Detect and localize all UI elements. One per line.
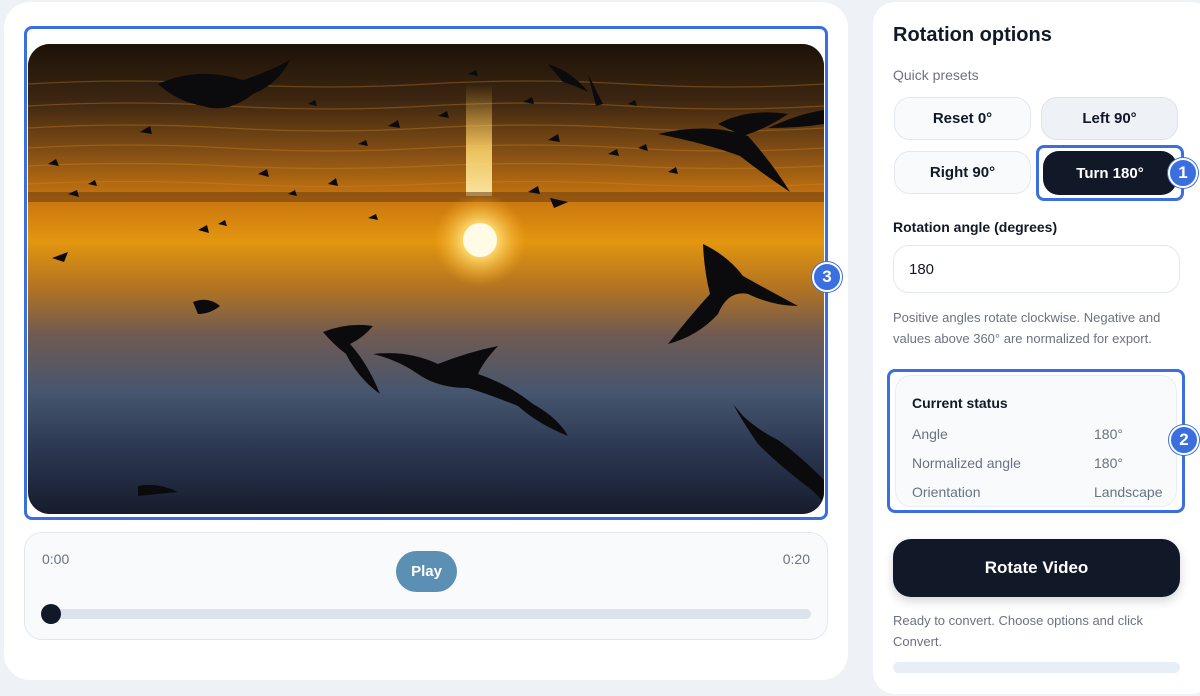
status-key: Orientation xyxy=(912,484,981,500)
status-value: 180° xyxy=(1094,455,1123,471)
status-key: Normalized angle xyxy=(912,455,1021,471)
scrub-handle[interactable] xyxy=(41,604,61,624)
playback-controls: 0:00 Play 0:20 xyxy=(24,532,828,640)
preset-turn-button[interactable]: Turn 180° xyxy=(1043,151,1177,195)
play-button[interactable]: Play xyxy=(396,551,457,592)
quick-presets-label: Quick presets xyxy=(893,67,979,83)
status-value: Landscape xyxy=(1094,484,1163,500)
conversion-progress-bar xyxy=(893,662,1180,673)
status-row-orientation: Orientation Landscape xyxy=(912,484,1176,504)
annotation-marker-3: 3 xyxy=(812,262,842,292)
scrub-bar[interactable] xyxy=(41,604,811,624)
current-time: 0:00 xyxy=(42,551,70,567)
status-value: 180° xyxy=(1094,426,1123,442)
angle-hint: Positive angles rotate clockwise. Negati… xyxy=(893,310,1161,346)
rotation-options-panel: Rotation options Quick presets Reset 0° … xyxy=(873,2,1200,694)
status-row-angle: Angle 180° xyxy=(912,426,1176,446)
panel-title: Rotation options xyxy=(893,24,1052,46)
turn-preset-highlight-frame: Turn 180° xyxy=(1036,145,1184,201)
annotation-marker-2: 2 xyxy=(1169,425,1199,455)
total-duration: 0:20 xyxy=(782,551,810,567)
status-key: Angle xyxy=(912,426,948,442)
status-highlight-frame: Current status Angle 180° Normalized ang… xyxy=(887,369,1185,513)
preview-card: 3 0:00 Play 0:20 xyxy=(4,2,848,680)
rotate-video-button[interactable]: Rotate Video xyxy=(893,539,1180,597)
angle-input[interactable] xyxy=(893,245,1180,293)
video-preview[interactable] xyxy=(28,44,824,514)
status-title: Current status xyxy=(912,395,1008,411)
preset-right-button[interactable]: Right 90° xyxy=(894,151,1031,194)
sunset-birds-frame xyxy=(28,44,824,514)
status-row-normalized: Normalized angle 180° xyxy=(912,455,1176,475)
current-status-box: Current status Angle 180° Normalized ang… xyxy=(895,375,1177,507)
video-highlight-frame: 3 xyxy=(24,26,842,520)
annotation-marker-1: 1 xyxy=(1168,158,1198,188)
status-message: Ready to convert. Choose options and cli… xyxy=(893,613,1144,649)
angle-label: Rotation angle (degrees) xyxy=(893,219,1058,235)
preset-left-button[interactable]: Left 90° xyxy=(1041,97,1178,140)
preset-reset-button[interactable]: Reset 0° xyxy=(894,97,1031,140)
